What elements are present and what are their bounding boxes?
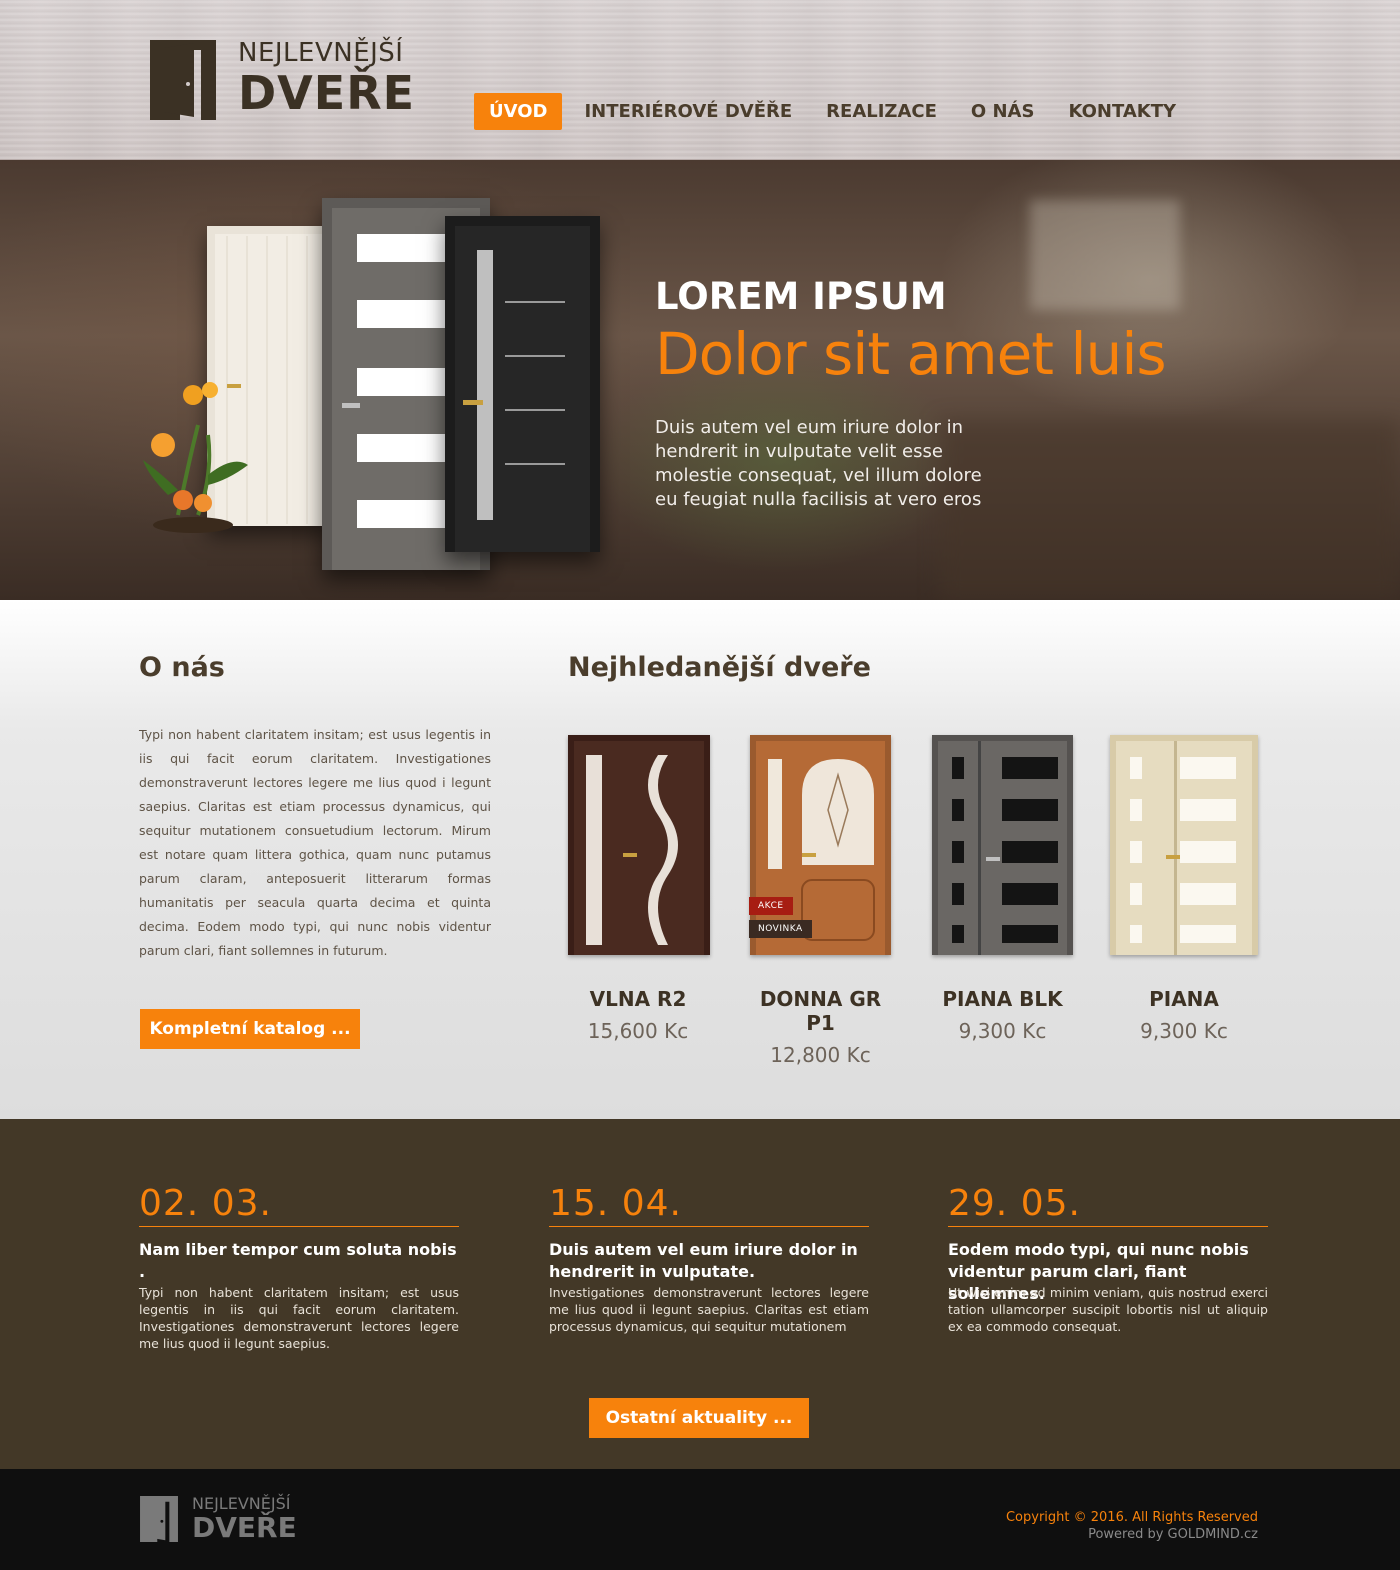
news-title[interactable]: Duis autem vel eum iriure dolor in hendr…	[549, 1239, 869, 1283]
product-image-piana[interactable]	[1110, 735, 1258, 955]
about-heading: O nás	[139, 652, 225, 683]
nav-item-interierove-dvere[interactable]: INTERIÉROVÉ DVĚŘE	[584, 93, 792, 130]
door-dark-image	[445, 216, 600, 552]
footer-logo[interactable]: NEJLEVNĚJŠÍ DVEŘE	[140, 1496, 297, 1542]
nav-item-o-nas[interactable]: O NÁS	[971, 93, 1035, 130]
hero-banner: LOREM IPSUM Dolor sit amet luis Duis aut…	[0, 160, 1400, 600]
site-logo[interactable]: NEJLEVNĚJŠÍ DVEŘE	[150, 40, 415, 120]
footer-logo-bottom: DVEŘE	[192, 1511, 297, 1544]
product-price: 9,300 Kc	[1140, 1019, 1228, 1043]
product-card-piana[interactable]: PIANA 9,300 Kc	[1110, 987, 1258, 1043]
footer-logo-top: NEJLEVNĚJŠÍ	[192, 1494, 291, 1513]
flower-arrangement-image	[143, 382, 248, 533]
copyright-block: Copyright © 2016. All Rights Reserved Po…	[1006, 1509, 1258, 1543]
powered-by-link[interactable]: Powered by GOLDMIND.cz	[1006, 1526, 1258, 1543]
main-nav: ÚVOD INTERIÉROVÉ DVĚŘE REALIZACE O NÁS K…	[474, 93, 1210, 130]
news-item: 02. 03. Nam liber tempor cum soluta nobi…	[139, 1183, 459, 1283]
news-item: 15. 04. Duis autem vel eum iriure dolor …	[549, 1183, 869, 1283]
product-price: 9,300 Kc	[958, 1019, 1047, 1043]
hero-title: LOREM IPSUM	[655, 275, 947, 318]
product-name: DONNA GR P1	[759, 987, 882, 1035]
nav-item-kontakty[interactable]: KONTAKTY	[1068, 93, 1176, 130]
product-card-vlna-r2[interactable]: VLNA R2 15,600 Kc	[568, 987, 708, 1043]
product-image-vlna-r2[interactable]	[568, 735, 710, 955]
content-section: O nás Typi non habent claritatem insitam…	[0, 600, 1400, 1120]
news-text: Ut wisi enim ad minim veniam, quis nostr…	[948, 1285, 1268, 1334]
site-footer: NEJLEVNĚJŠÍ DVEŘE Copyright © 2016. All …	[0, 1469, 1400, 1570]
news-title[interactable]: Nam liber tempor cum soluta nobis .	[139, 1239, 459, 1283]
logo-text-top: NEJLEVNĚJŠÍ	[238, 38, 404, 68]
product-price: 15,600 Kc	[587, 1019, 689, 1043]
product-card-piana-blk[interactable]: PIANA BLK 9,300 Kc	[932, 987, 1073, 1043]
news-date: 02. 03.	[139, 1183, 459, 1227]
news-text: Typi non habent claritatem insitam; est …	[139, 1285, 459, 1351]
logo-text-bottom: DVEŘE	[238, 66, 416, 120]
badge-akce-overlay: AKCE	[749, 897, 793, 915]
door-logo-icon	[150, 40, 216, 120]
catalog-button[interactable]: Kompletní katalog ...	[140, 1009, 360, 1049]
product-name: VLNA R2	[589, 987, 687, 1011]
hero-description: Duis autem vel eum iriure dolor in hendr…	[655, 417, 982, 510]
news-section: 02. 03. Nam liber tempor cum soluta nobi…	[0, 1119, 1400, 1469]
hero-subtitle: Dolor sit amet luis	[655, 320, 1167, 388]
badge-novinka: NOVINKA	[749, 920, 812, 938]
about-text: Typi non habent claritatem insitam; est …	[139, 727, 491, 958]
door-logo-icon	[140, 1496, 178, 1542]
product-card-donna-gr-p1[interactable]: DONNA GR P1 12,800 Kc	[750, 987, 891, 1067]
nav-item-uvod[interactable]: ÚVOD	[474, 93, 563, 130]
site-header: NEJLEVNĚJŠÍ DVEŘE ÚVOD INTERIÉROVÉ DVĚŘE…	[0, 0, 1400, 160]
product-price: 12,800 Kc	[770, 1043, 871, 1067]
product-image-piana-blk[interactable]	[932, 735, 1073, 955]
copyright-text: Copyright © 2016. All Rights Reserved	[1005, 1510, 1258, 1525]
news-date: 29. 05.	[948, 1183, 1268, 1227]
product-name: PIANA BLK	[942, 987, 1063, 1011]
product-name: PIANA	[1149, 987, 1219, 1011]
more-news-button[interactable]: Ostatní aktuality ...	[589, 1398, 809, 1438]
news-date: 15. 04.	[549, 1183, 869, 1227]
nav-item-realizace[interactable]: REALIZACE	[826, 93, 937, 130]
news-text: Investigationes demonstraverunt lectores…	[549, 1285, 869, 1334]
products-heading: Nejhledanější dveře	[568, 652, 871, 683]
